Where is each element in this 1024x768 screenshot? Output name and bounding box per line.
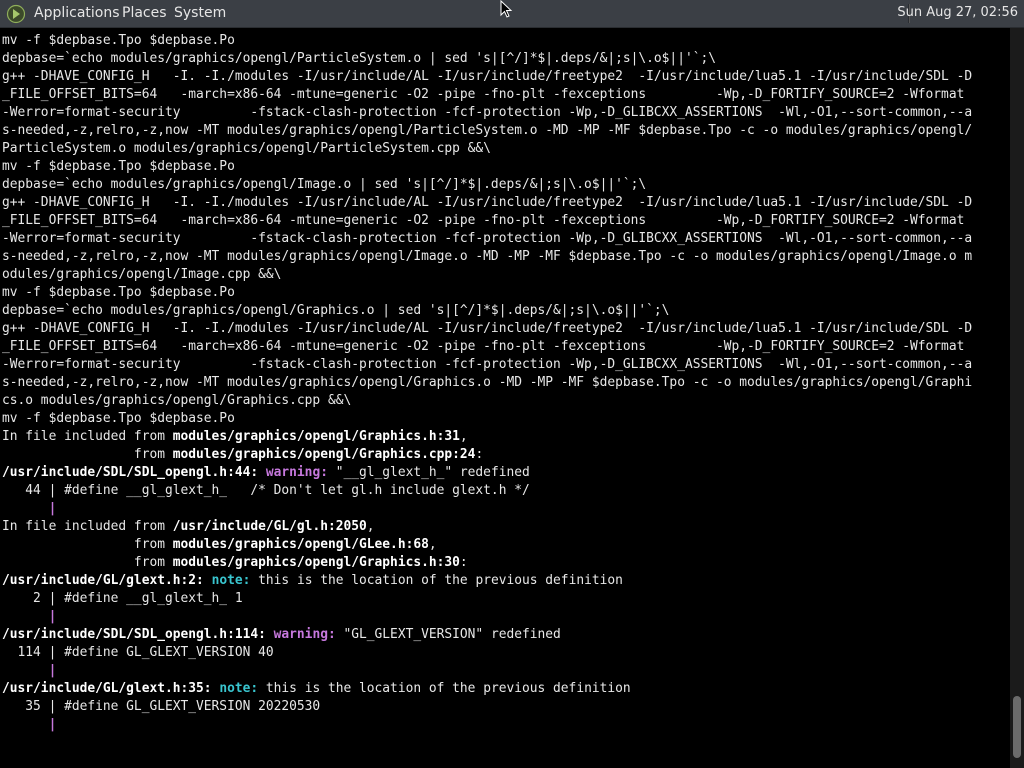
terminal-line: from modules/graphics/opengl/Graphics.h:… bbox=[2, 555, 468, 570]
terminal-line: -Werror=format-security -fstack-clash-pr… bbox=[2, 105, 973, 120]
terminal-line: In file included from /usr/include/GL/gl… bbox=[2, 519, 375, 534]
terminal-line: odules/graphics/opengl/Image.cpp &&\ bbox=[2, 267, 282, 282]
terminal-line: depbase=`echo modules/graphics/opengl/Gr… bbox=[2, 303, 670, 318]
distro-logo-icon[interactable] bbox=[6, 4, 26, 24]
terminal-line: mv -f $depbase.Tpo $depbase.Po bbox=[2, 285, 235, 300]
terminal-line: s-needed,-z,relro,-z,now -MT modules/gra… bbox=[2, 375, 973, 390]
terminal-line: mv -f $depbase.Tpo $depbase.Po bbox=[2, 159, 235, 174]
menu-places[interactable]: Places bbox=[122, 5, 167, 21]
terminal-line: depbase=`echo modules/graphics/opengl/Im… bbox=[2, 177, 647, 192]
terminal-line: _FILE_OFFSET_BITS=64 -march=x86-64 -mtun… bbox=[2, 87, 965, 102]
menu-system[interactable]: System bbox=[174, 5, 226, 21]
terminal-output: mv -f $depbase.Tpo $depbase.Po depbase=`e… bbox=[2, 32, 1006, 734]
terminal-line: /usr/include/GL/glext.h:35: note: this i… bbox=[2, 681, 631, 696]
terminal-line: 114 | #define GL_GLEXT_VERSION 40 bbox=[2, 645, 274, 660]
terminal-scrollbar[interactable] bbox=[1010, 28, 1024, 768]
terminal-line: g++ -DHAVE_CONFIG_H -I. -I./modules -I/u… bbox=[2, 69, 973, 84]
terminal-line: -Werror=format-security -fstack-clash-pr… bbox=[2, 231, 973, 246]
terminal-line: | bbox=[48, 609, 57, 624]
terminal-line: mv -f $depbase.Tpo $depbase.Po bbox=[2, 33, 235, 48]
terminal-line: g++ -DHAVE_CONFIG_H -I. -I./modules -I/u… bbox=[2, 321, 973, 336]
terminal-line: 44 | #define __gl_glext_h_ /* Don't let … bbox=[2, 483, 530, 498]
terminal-window[interactable]: mv -f $depbase.Tpo $depbase.Po depbase=`e… bbox=[0, 28, 1010, 768]
terminal-line: | bbox=[48, 717, 57, 732]
terminal-line: -Werror=format-security -fstack-clash-pr… bbox=[2, 357, 973, 372]
terminal-line: | bbox=[48, 501, 57, 516]
panel-clock[interactable]: Sun Aug 27, 02:56 bbox=[897, 5, 1018, 20]
terminal-line: s-needed,-z,relro,-z,now -MT modules/gra… bbox=[2, 249, 973, 264]
scrollbar-thumb[interactable] bbox=[1013, 696, 1021, 758]
terminal-line: depbase=`echo modules/graphics/opengl/Pa… bbox=[2, 51, 716, 66]
terminal-line: ParticleSystem.o modules/graphics/opengl… bbox=[2, 141, 491, 156]
terminal-line: mv -f $depbase.Tpo $depbase.Po bbox=[2, 411, 235, 426]
terminal-line: _FILE_OFFSET_BITS=64 -march=x86-64 -mtun… bbox=[2, 339, 965, 354]
terminal-line: In file included from modules/graphics/o… bbox=[2, 429, 468, 444]
terminal-line: | bbox=[48, 663, 57, 678]
terminal-line: s-needed,-z,relro,-z,now -MT modules/gra… bbox=[2, 123, 973, 138]
terminal-line: g++ -DHAVE_CONFIG_H -I. -I./modules -I/u… bbox=[2, 195, 973, 210]
terminal-line: from modules/graphics/opengl/Graphics.cp… bbox=[2, 447, 484, 462]
terminal-line: /usr/include/SDL/SDL_opengl.h:114: warni… bbox=[2, 627, 561, 642]
mouse-pointer-icon bbox=[500, 0, 513, 18]
terminal-line: /usr/include/SDL/SDL_opengl.h:44: warnin… bbox=[2, 465, 530, 480]
terminal-line: _FILE_OFFSET_BITS=64 -march=x86-64 -mtun… bbox=[2, 213, 965, 228]
menu-applications[interactable]: Applications bbox=[34, 5, 120, 21]
terminal-line: 35 | #define GL_GLEXT_VERSION 20220530 bbox=[2, 699, 321, 714]
terminal-line: from modules/graphics/opengl/GLee.h:68, bbox=[2, 537, 437, 552]
terminal-line: 2 | #define __gl_glext_h_ 1 bbox=[2, 591, 243, 606]
terminal-line: cs.o modules/graphics/opengl/Graphics.cp… bbox=[2, 393, 352, 408]
terminal-line: /usr/include/GL/glext.h:2: note: this is… bbox=[2, 573, 623, 588]
